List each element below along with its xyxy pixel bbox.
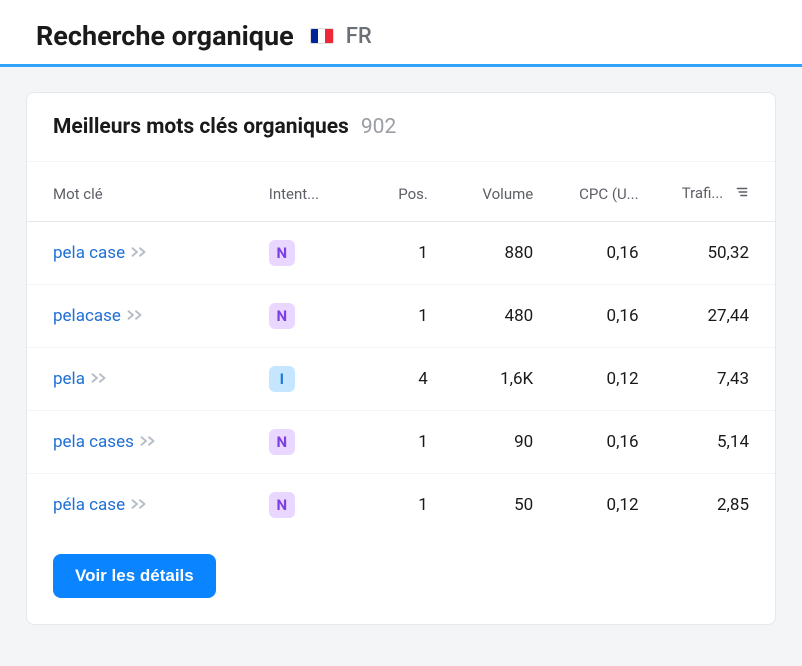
table-row: pelacase N 14800,1627,44 xyxy=(27,285,775,348)
page-title: Recherche organique xyxy=(36,20,294,52)
keyword-link[interactable]: péla case xyxy=(53,495,125,515)
country-flag-icon xyxy=(310,28,334,44)
keyword-link[interactable]: pela cases xyxy=(53,432,134,452)
cell-traffic: 2,85 xyxy=(649,474,775,537)
intent-badge: N xyxy=(269,492,295,518)
open-serp-icon[interactable] xyxy=(91,372,109,388)
cell-volume: 880 xyxy=(438,222,543,285)
table-row: pela I 41,6K0,127,43 xyxy=(27,348,775,411)
cell-cpc: 0,12 xyxy=(543,474,648,537)
cell-volume: 50 xyxy=(438,474,543,537)
view-details-button[interactable]: Voir les détails xyxy=(53,554,216,598)
card-title: Meilleurs mots clés organiques xyxy=(53,115,349,139)
table-row: pela case N 18800,1650,32 xyxy=(27,222,775,285)
col-header-keyword[interactable]: Mot clé xyxy=(27,162,259,222)
cell-volume: 1,6K xyxy=(438,348,543,411)
open-serp-icon[interactable] xyxy=(140,435,158,451)
cell-traffic: 50,32 xyxy=(649,222,775,285)
intent-badge: N xyxy=(269,240,295,266)
col-header-volume[interactable]: Volume xyxy=(438,162,543,222)
cell-cpc: 0,16 xyxy=(543,285,648,348)
cell-traffic: 27,44 xyxy=(649,285,775,348)
country-code: FR xyxy=(346,24,372,49)
cell-position: 1 xyxy=(354,222,438,285)
keyword-link[interactable]: pela case xyxy=(53,243,125,263)
open-serp-icon[interactable] xyxy=(131,246,149,262)
page-header: Recherche organique FR xyxy=(0,0,802,67)
card-count: 902 xyxy=(361,115,396,139)
open-serp-icon[interactable] xyxy=(131,498,149,514)
col-header-intent[interactable]: Intent... xyxy=(259,162,354,222)
col-header-traffic-label: Trafi... xyxy=(682,184,724,202)
sort-desc-icon xyxy=(735,185,749,203)
cell-position: 1 xyxy=(354,411,438,474)
cell-position: 1 xyxy=(354,285,438,348)
col-header-position[interactable]: Pos. xyxy=(354,162,438,222)
cell-volume: 480 xyxy=(438,285,543,348)
card-footer: Voir les détails xyxy=(27,536,775,624)
keyword-link[interactable]: pelacase xyxy=(53,306,121,326)
cell-cpc: 0,12 xyxy=(543,348,648,411)
intent-badge: N xyxy=(269,429,295,455)
table-row: pela cases N 1900,165,14 xyxy=(27,411,775,474)
table-row: péla case N 1500,122,85 xyxy=(27,474,775,537)
card-header: Meilleurs mots clés organiques 902 xyxy=(27,93,775,162)
intent-badge: I xyxy=(269,366,295,392)
col-header-traffic[interactable]: Trafi... xyxy=(649,162,775,222)
keywords-table: Mot clé Intent... Pos. Volume CPC (U... … xyxy=(27,162,775,536)
intent-badge: N xyxy=(269,303,295,329)
cell-cpc: 0,16 xyxy=(543,222,648,285)
open-serp-icon[interactable] xyxy=(127,309,145,325)
cell-traffic: 5,14 xyxy=(649,411,775,474)
keyword-link[interactable]: pela xyxy=(53,369,85,389)
cell-cpc: 0,16 xyxy=(543,411,648,474)
cell-position: 4 xyxy=(354,348,438,411)
cell-traffic: 7,43 xyxy=(649,348,775,411)
cell-volume: 90 xyxy=(438,411,543,474)
cell-position: 1 xyxy=(354,474,438,537)
col-header-cpc[interactable]: CPC (U... xyxy=(543,162,648,222)
top-keywords-card: Meilleurs mots clés organiques 902 Mot c… xyxy=(26,92,776,625)
